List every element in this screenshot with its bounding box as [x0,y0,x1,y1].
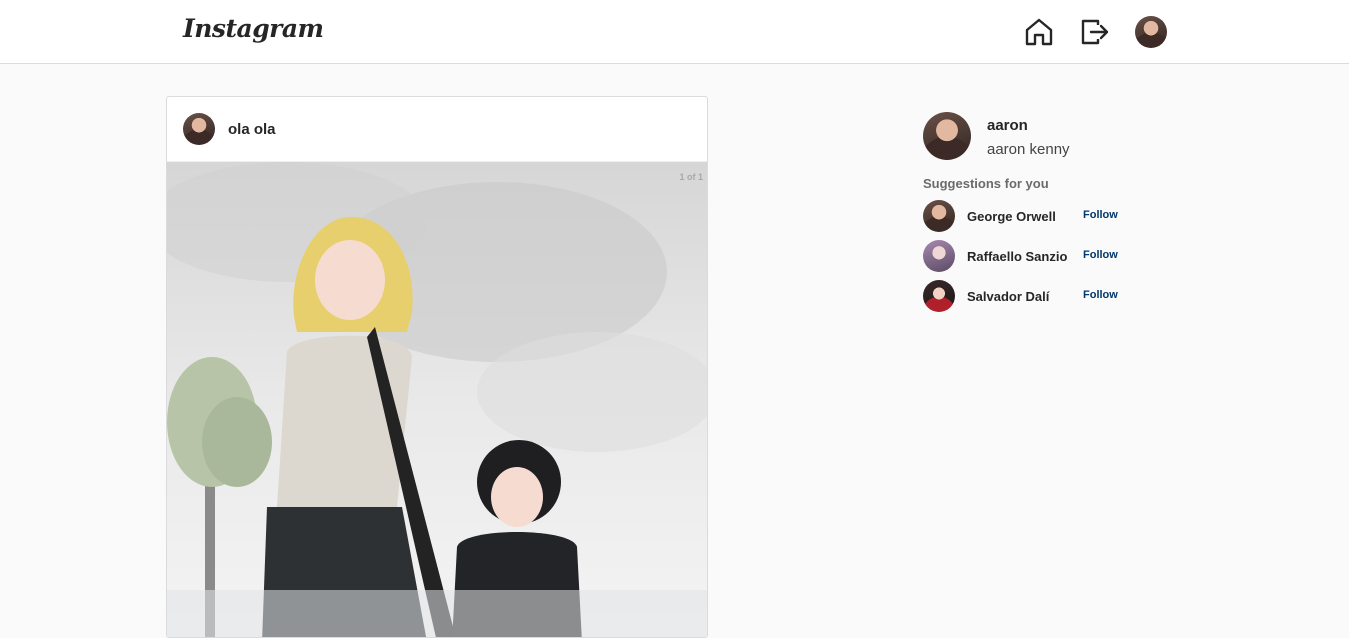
suggestion-name[interactable]: Raffaello Sanzio [967,249,1067,264]
suggestion-item: George Orwell Follow [923,200,1143,232]
suggestion-avatar[interactable] [923,280,955,312]
follow-button[interactable]: Follow [1083,289,1118,301]
post-author-username[interactable]: ola ola [228,121,276,138]
home-icon[interactable] [1024,17,1054,47]
image-counter: 1 of 1 [679,172,703,182]
suggestion-name[interactable]: Salvador Dalí [967,289,1049,304]
suggestions-title: Suggestions for you [923,176,1049,191]
current-user-username[interactable]: aaron [987,117,1028,134]
suggestion-item: Salvador Dalí Follow [923,280,1143,312]
suggestion-avatar[interactable] [923,200,955,232]
post-header: ola ola [167,97,707,162]
follow-button[interactable]: Follow [1083,209,1118,221]
suggestion-item: Raffaello Sanzio Follow [923,240,1143,272]
logout-icon[interactable] [1080,17,1110,47]
top-navigation-bar: Instagram [0,0,1349,64]
post-image[interactable]: 1 of 1 [167,162,707,638]
instagram-logo[interactable]: Instagram [183,14,324,43]
post-author-avatar[interactable] [183,113,215,145]
current-user-avatar[interactable] [923,112,971,160]
follow-button[interactable]: Follow [1083,249,1118,261]
profile-avatar[interactable] [1135,16,1167,48]
suggestion-name[interactable]: George Orwell [967,209,1056,224]
post-card: ola ola 1 of 1 [166,96,708,638]
suggestion-avatar[interactable] [923,240,955,272]
current-user-full-name: aaron kenny [987,141,1070,158]
